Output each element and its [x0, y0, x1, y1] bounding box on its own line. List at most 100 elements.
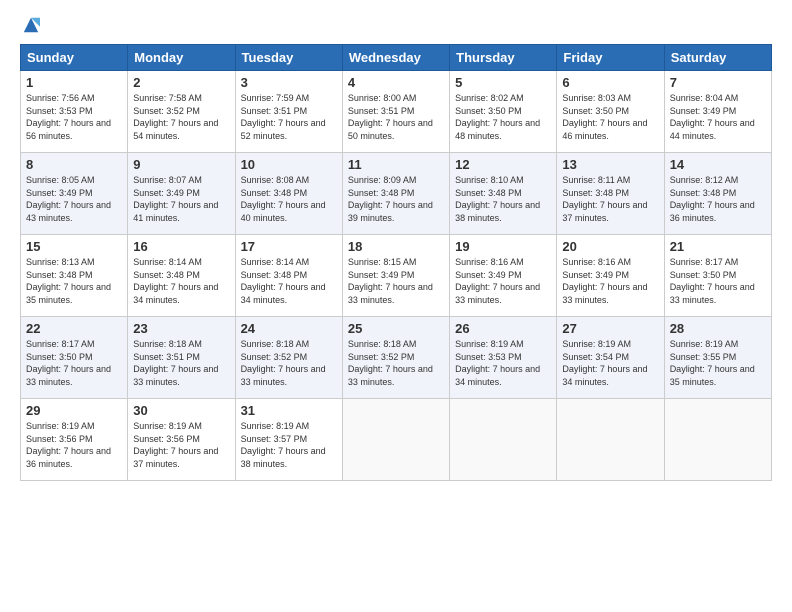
day-number: 21 — [670, 239, 766, 254]
cell-text: Sunrise: 8:14 AM Sunset: 3:48 PM Dayligh… — [133, 256, 229, 306]
calendar-cell: 14Sunrise: 8:12 AM Sunset: 3:48 PM Dayli… — [664, 153, 771, 235]
day-number: 8 — [26, 157, 122, 172]
cell-text: Sunrise: 8:19 AM Sunset: 3:53 PM Dayligh… — [455, 338, 551, 388]
calendar-day-header: Saturday — [664, 45, 771, 71]
calendar-cell — [557, 399, 664, 481]
cell-text: Sunrise: 8:05 AM Sunset: 3:49 PM Dayligh… — [26, 174, 122, 224]
calendar-cell: 28Sunrise: 8:19 AM Sunset: 3:55 PM Dayli… — [664, 317, 771, 399]
day-number: 7 — [670, 75, 766, 90]
calendar-cell: 3 Sunrise: 7:59 AM Sunset: 3:51 PM Daylig… — [235, 71, 342, 153]
calendar-cell: 4 Sunrise: 8:00 AM Sunset: 3:51 PM Daylig… — [342, 71, 449, 153]
day-number: 30 — [133, 403, 229, 418]
cell-text: Sunrise: 8:08 AM Sunset: 3:48 PM Dayligh… — [241, 174, 337, 224]
cell-text: Sunrise: 8:10 AM Sunset: 3:48 PM Dayligh… — [455, 174, 551, 224]
calendar-cell: 11Sunrise: 8:09 AM Sunset: 3:48 PM Dayli… — [342, 153, 449, 235]
cell-text: Sunrise: 8:13 AM Sunset: 3:48 PM Dayligh… — [26, 256, 122, 306]
cell-text: Sunrise: 8:19 AM Sunset: 3:55 PM Dayligh… — [670, 338, 766, 388]
calendar-day-header: Monday — [128, 45, 235, 71]
cell-text: Sunrise: 8:18 AM Sunset: 3:52 PM Dayligh… — [348, 338, 444, 388]
calendar-cell: 15 Sunrise: 8:13 AM Sunset: 3:48 PM Dayli… — [21, 235, 128, 317]
day-number: 18 — [348, 239, 444, 254]
calendar-cell: 10 Sunrise: 8:08 AM Sunset: 3:48 PM Dayli… — [235, 153, 342, 235]
calendar-cell: 2 Sunrise: 7:58 AM Sunset: 3:52 PM Daylig… — [128, 71, 235, 153]
calendar-cell: 19Sunrise: 8:16 AM Sunset: 3:49 PM Dayli… — [450, 235, 557, 317]
calendar-day-header: Friday — [557, 45, 664, 71]
calendar-cell: 29 Sunrise: 8:19 AM Sunset: 3:56 PM Dayli… — [21, 399, 128, 481]
calendar-cell: 30 Sunrise: 8:19 AM Sunset: 3:56 PM Dayli… — [128, 399, 235, 481]
calendar-week-row: 15 Sunrise: 8:13 AM Sunset: 3:48 PM Dayli… — [21, 235, 772, 317]
day-number: 6 — [562, 75, 658, 90]
cell-text: Sunrise: 8:18 AM Sunset: 3:51 PM Dayligh… — [133, 338, 229, 388]
calendar-cell: 7 Sunrise: 8:04 AM Sunset: 3:49 PM Daylig… — [664, 71, 771, 153]
cell-text: Sunrise: 8:07 AM Sunset: 3:49 PM Dayligh… — [133, 174, 229, 224]
calendar-cell: 1 Sunrise: 7:56 AM Sunset: 3:53 PM Daylig… — [21, 71, 128, 153]
cell-text: Sunrise: 7:59 AM Sunset: 3:51 PM Dayligh… — [241, 92, 337, 142]
calendar-cell: 27 Sunrise: 8:19 AM Sunset: 3:54 PM Dayli… — [557, 317, 664, 399]
calendar-cell: 18 Sunrise: 8:15 AM Sunset: 3:49 PM Dayli… — [342, 235, 449, 317]
calendar-cell: 25 Sunrise: 8:18 AM Sunset: 3:52 PM Dayli… — [342, 317, 449, 399]
calendar-cell: 12 Sunrise: 8:10 AM Sunset: 3:48 PM Dayli… — [450, 153, 557, 235]
calendar-cell: 20 Sunrise: 8:16 AM Sunset: 3:49 PM Dayli… — [557, 235, 664, 317]
day-number: 4 — [348, 75, 444, 90]
calendar-cell: 6 Sunrise: 8:03 AM Sunset: 3:50 PM Daylig… — [557, 71, 664, 153]
calendar: SundayMondayTuesdayWednesdayThursdayFrid… — [20, 44, 772, 481]
calendar-cell — [450, 399, 557, 481]
calendar-cell: 22Sunrise: 8:17 AM Sunset: 3:50 PM Dayli… — [21, 317, 128, 399]
day-number: 19 — [455, 239, 551, 254]
cell-text: Sunrise: 8:02 AM Sunset: 3:50 PM Dayligh… — [455, 92, 551, 142]
day-number: 9 — [133, 157, 229, 172]
logo-icon — [22, 16, 40, 34]
calendar-cell: 16 Sunrise: 8:14 AM Sunset: 3:48 PM Dayli… — [128, 235, 235, 317]
cell-text: Sunrise: 8:18 AM Sunset: 3:52 PM Dayligh… — [241, 338, 337, 388]
day-number: 20 — [562, 239, 658, 254]
calendar-day-header: Wednesday — [342, 45, 449, 71]
day-number: 17 — [241, 239, 337, 254]
day-number: 15 — [26, 239, 122, 254]
day-number: 1 — [26, 75, 122, 90]
cell-text: Sunrise: 8:04 AM Sunset: 3:49 PM Dayligh… — [670, 92, 766, 142]
day-number: 31 — [241, 403, 337, 418]
calendar-cell: 26Sunrise: 8:19 AM Sunset: 3:53 PM Dayli… — [450, 317, 557, 399]
day-number: 29 — [26, 403, 122, 418]
cell-text: Sunrise: 8:12 AM Sunset: 3:48 PM Dayligh… — [670, 174, 766, 224]
cell-text: Sunrise: 8:03 AM Sunset: 3:50 PM Dayligh… — [562, 92, 658, 142]
cell-text: Sunrise: 8:16 AM Sunset: 3:49 PM Dayligh… — [562, 256, 658, 306]
calendar-day-header: Thursday — [450, 45, 557, 71]
cell-text: Sunrise: 8:19 AM Sunset: 3:56 PM Dayligh… — [26, 420, 122, 470]
day-number: 2 — [133, 75, 229, 90]
page: SundayMondayTuesdayWednesdayThursdayFrid… — [0, 0, 792, 612]
cell-text: Sunrise: 8:11 AM Sunset: 3:48 PM Dayligh… — [562, 174, 658, 224]
calendar-cell: 9 Sunrise: 8:07 AM Sunset: 3:49 PM Daylig… — [128, 153, 235, 235]
day-number: 24 — [241, 321, 337, 336]
cell-text: Sunrise: 8:17 AM Sunset: 3:50 PM Dayligh… — [26, 338, 122, 388]
calendar-cell: 13 Sunrise: 8:11 AM Sunset: 3:48 PM Dayli… — [557, 153, 664, 235]
calendar-cell — [342, 399, 449, 481]
calendar-week-row: 22Sunrise: 8:17 AM Sunset: 3:50 PM Dayli… — [21, 317, 772, 399]
day-number: 12 — [455, 157, 551, 172]
day-number: 13 — [562, 157, 658, 172]
calendar-cell: 31 Sunrise: 8:19 AM Sunset: 3:57 PM Dayli… — [235, 399, 342, 481]
cell-text: Sunrise: 8:19 AM Sunset: 3:54 PM Dayligh… — [562, 338, 658, 388]
calendar-cell: 21Sunrise: 8:17 AM Sunset: 3:50 PM Dayli… — [664, 235, 771, 317]
logo — [20, 16, 40, 34]
calendar-cell: 8 Sunrise: 8:05 AM Sunset: 3:49 PM Daylig… — [21, 153, 128, 235]
day-number: 25 — [348, 321, 444, 336]
day-number: 27 — [562, 321, 658, 336]
cell-text: Sunrise: 8:19 AM Sunset: 3:57 PM Dayligh… — [241, 420, 337, 470]
day-number: 10 — [241, 157, 337, 172]
day-number: 16 — [133, 239, 229, 254]
cell-text: Sunrise: 7:56 AM Sunset: 3:53 PM Dayligh… — [26, 92, 122, 142]
cell-text: Sunrise: 8:00 AM Sunset: 3:51 PM Dayligh… — [348, 92, 444, 142]
calendar-header-row: SundayMondayTuesdayWednesdayThursdayFrid… — [21, 45, 772, 71]
header — [20, 16, 772, 34]
calendar-cell: 17 Sunrise: 8:14 AM Sunset: 3:48 PM Dayli… — [235, 235, 342, 317]
cell-text: Sunrise: 8:15 AM Sunset: 3:49 PM Dayligh… — [348, 256, 444, 306]
cell-text: Sunrise: 8:14 AM Sunset: 3:48 PM Dayligh… — [241, 256, 337, 306]
day-number: 3 — [241, 75, 337, 90]
day-number: 23 — [133, 321, 229, 336]
cell-text: Sunrise: 8:19 AM Sunset: 3:56 PM Dayligh… — [133, 420, 229, 470]
cell-text: Sunrise: 7:58 AM Sunset: 3:52 PM Dayligh… — [133, 92, 229, 142]
calendar-cell: 5 Sunrise: 8:02 AM Sunset: 3:50 PM Daylig… — [450, 71, 557, 153]
day-number: 5 — [455, 75, 551, 90]
day-number: 11 — [348, 157, 444, 172]
